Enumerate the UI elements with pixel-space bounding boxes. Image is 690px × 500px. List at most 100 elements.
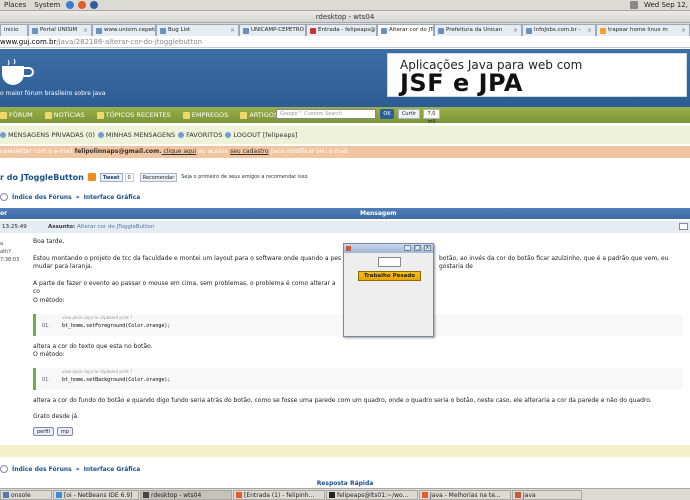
facebook-like-button[interactable]: Curtir xyxy=(398,109,420,119)
like-counter: 7,0 mil xyxy=(423,109,440,125)
rss-icon[interactable] xyxy=(87,173,96,181)
favicon-icon xyxy=(243,27,249,34)
ad-line2: JSF e JPA xyxy=(400,69,523,97)
news-icon xyxy=(44,111,52,119)
tab-infojobs[interactable]: InfoJobs.com.br - × xyxy=(522,24,596,36)
task-rdesktop[interactable]: rdesktop - wts04 xyxy=(140,490,232,500)
guj-logo-icon[interactable] xyxy=(0,58,36,88)
forum-icon xyxy=(0,111,7,119)
code-line: bt_home.setForeground(Color.orange); xyxy=(62,323,171,329)
author-panel: a ath? 7:38:03 xyxy=(0,240,19,264)
code-toolbar[interactable]: view plain copy to clipboard print ? xyxy=(62,315,132,320)
separator-bar xyxy=(0,445,690,457)
tab-alterar-cor[interactable]: Alterar cor do JTogg xyxy=(377,24,434,36)
task-java[interactable]: Java xyxy=(512,490,582,500)
code-toolbar[interactable]: view plain copy to clipboard print ? xyxy=(62,369,132,374)
task-entrada[interactable]: [Entrada (1) - felipinh... xyxy=(233,490,325,500)
profile-button[interactable]: perfil xyxy=(33,427,54,436)
tab-prefeitura[interactable]: Prefeitura da Unican × xyxy=(434,24,522,36)
quick-reply-link[interactable]: Resposta Rápida xyxy=(0,480,690,487)
nav-forum[interactable]: FÓRUM xyxy=(0,111,33,119)
my-messages-link[interactable]: MINHAS MENSAGENS xyxy=(97,131,175,139)
close-button[interactable]: × xyxy=(424,245,431,251)
close-icon[interactable]: × xyxy=(230,25,235,36)
java-text-field[interactable] xyxy=(378,257,401,267)
tab-bug-list[interactable]: Bug List × xyxy=(156,24,239,36)
jobs-icon xyxy=(182,111,190,119)
tab-entrada-gmail[interactable]: Entrada - felipeaps@ xyxy=(306,24,377,36)
tab-unisim-cepetro[interactable]: www.unisim.cepetro xyxy=(92,24,156,36)
task-label: Java xyxy=(523,491,536,499)
private-messages-link[interactable]: MENSAGENS PRIVADAS (0) xyxy=(0,131,95,139)
search-input[interactable]: Google™ Custom Search xyxy=(276,109,376,119)
favorites-link[interactable]: FAVORITOS xyxy=(178,131,222,139)
clock[interactable]: Wed Sep 12, xyxy=(644,1,688,9)
tab-unicamp-cepetro[interactable]: UNICAMP-CEPETRO xyxy=(239,24,306,36)
quote-icon[interactable] xyxy=(679,223,688,230)
close-icon[interactable]: × xyxy=(681,25,686,36)
newsletter-notice: newsletter com o e-mail felipolinnaps@gm… xyxy=(0,146,690,158)
crumb-interface-grafica[interactable]: Interface Gráfica xyxy=(84,466,141,473)
tweet-count: 0 xyxy=(124,172,134,182)
task-java-melhorias[interactable]: Java - Melhorias na te... xyxy=(419,490,511,500)
task-label: rdesktop - wts04 xyxy=(151,491,202,499)
places-menu[interactable]: Places xyxy=(0,1,30,9)
crumb-forum-index[interactable]: Índice dos Fóruns xyxy=(12,194,72,201)
crumb-interface-grafica[interactable]: Interface Gráfica xyxy=(84,194,141,201)
maximize-button[interactable]: □ xyxy=(414,245,421,251)
favicon-icon xyxy=(32,27,38,34)
articles-icon xyxy=(240,111,248,119)
col-message: Mensagem xyxy=(360,210,397,217)
col-author: or xyxy=(0,210,8,217)
task-label: [Entrada (1) - felipinh... xyxy=(244,491,315,499)
link-label: FAVORITOS xyxy=(186,131,223,139)
close-icon[interactable]: × xyxy=(83,25,88,36)
system-menu[interactable]: System xyxy=(30,1,64,9)
nav-empregos[interactable]: EMPREGOS xyxy=(182,111,228,119)
nav-artigos[interactable]: ARTIGOS xyxy=(240,111,278,119)
nav-label: NOTÍCIAS xyxy=(53,111,85,119)
author-snip: ath? xyxy=(0,249,11,255)
crumb-forum-index[interactable]: Índice dos Fóruns xyxy=(12,466,72,473)
tab-portal-unisim[interactable]: Portal UNISIM × xyxy=(28,24,92,36)
tab-label: InfoJobs.com.br - xyxy=(534,27,581,33)
search-ok-button[interactable]: OK xyxy=(380,109,394,119)
click-here-link[interactable]: clique aqui xyxy=(162,148,196,155)
logout-icon xyxy=(225,132,232,138)
logout-link[interactable]: LOGOUT [felipeaps] xyxy=(225,131,297,139)
topic-bar: r do JToggleButton Tweet 0 Recomendar Se… xyxy=(0,170,309,184)
tab-label: Prefeitura da Unican xyxy=(446,27,503,33)
volume-icon[interactable] xyxy=(629,1,638,9)
private-message-button[interactable]: mp xyxy=(56,427,73,436)
minimize-button[interactable]: _ xyxy=(404,245,411,251)
crumb-separator: » xyxy=(75,193,80,201)
close-icon[interactable]: × xyxy=(513,25,518,36)
url-bar[interactable]: www.guj.com.br/java/282186-alterar-cor-d… xyxy=(0,36,690,48)
cadastro-link[interactable]: seu cadastro xyxy=(230,148,268,155)
app-icon[interactable] xyxy=(90,1,99,9)
firefox-icon[interactable] xyxy=(78,1,87,9)
trabalho-pesado-button[interactable]: Trabalho Pesado xyxy=(358,271,421,281)
launcher-icon[interactable] xyxy=(66,1,75,9)
tweet-button[interactable]: Tweet xyxy=(99,172,123,182)
nav-topicos[interactable]: TÓPICOS RECENTES xyxy=(96,111,171,119)
ad-banner[interactable]: Aplicações Java para web com JSF e JPA xyxy=(387,53,687,97)
terminal-icon xyxy=(3,492,9,498)
close-icon[interactable]: × xyxy=(587,25,592,36)
java-frame-titlebar[interactable]: _ □ × xyxy=(344,244,433,253)
link-label: LOGOUT [felipeaps] xyxy=(233,131,298,139)
task-console[interactable]: onsole xyxy=(0,490,52,500)
recommend-button[interactable]: Recomendar xyxy=(139,172,178,182)
task-netbeans[interactable]: [oi - NetBeans IDE 6.9] xyxy=(53,490,139,500)
java-frame-window[interactable]: _ □ × Trabalho Pesado xyxy=(343,243,434,337)
tab-label: inicio xyxy=(4,27,19,33)
tab-label: Entrada - felipeaps@ xyxy=(318,27,376,33)
browser-tabs: inicio Portal UNISIM × www.unisim.cepetro… xyxy=(0,23,690,36)
tab-inicio[interactable]: inicio xyxy=(0,24,28,36)
tab-label: Bug List xyxy=(168,27,191,33)
task-terminal[interactable]: felipeaps@lts01:~/wo... xyxy=(326,490,418,500)
favicon-icon xyxy=(96,27,102,34)
nav-noticias[interactable]: NOTÍCIAS xyxy=(44,111,85,119)
favicon-icon xyxy=(381,27,387,34)
tab-trapear[interactable]: trapear home linux m × xyxy=(596,24,690,36)
